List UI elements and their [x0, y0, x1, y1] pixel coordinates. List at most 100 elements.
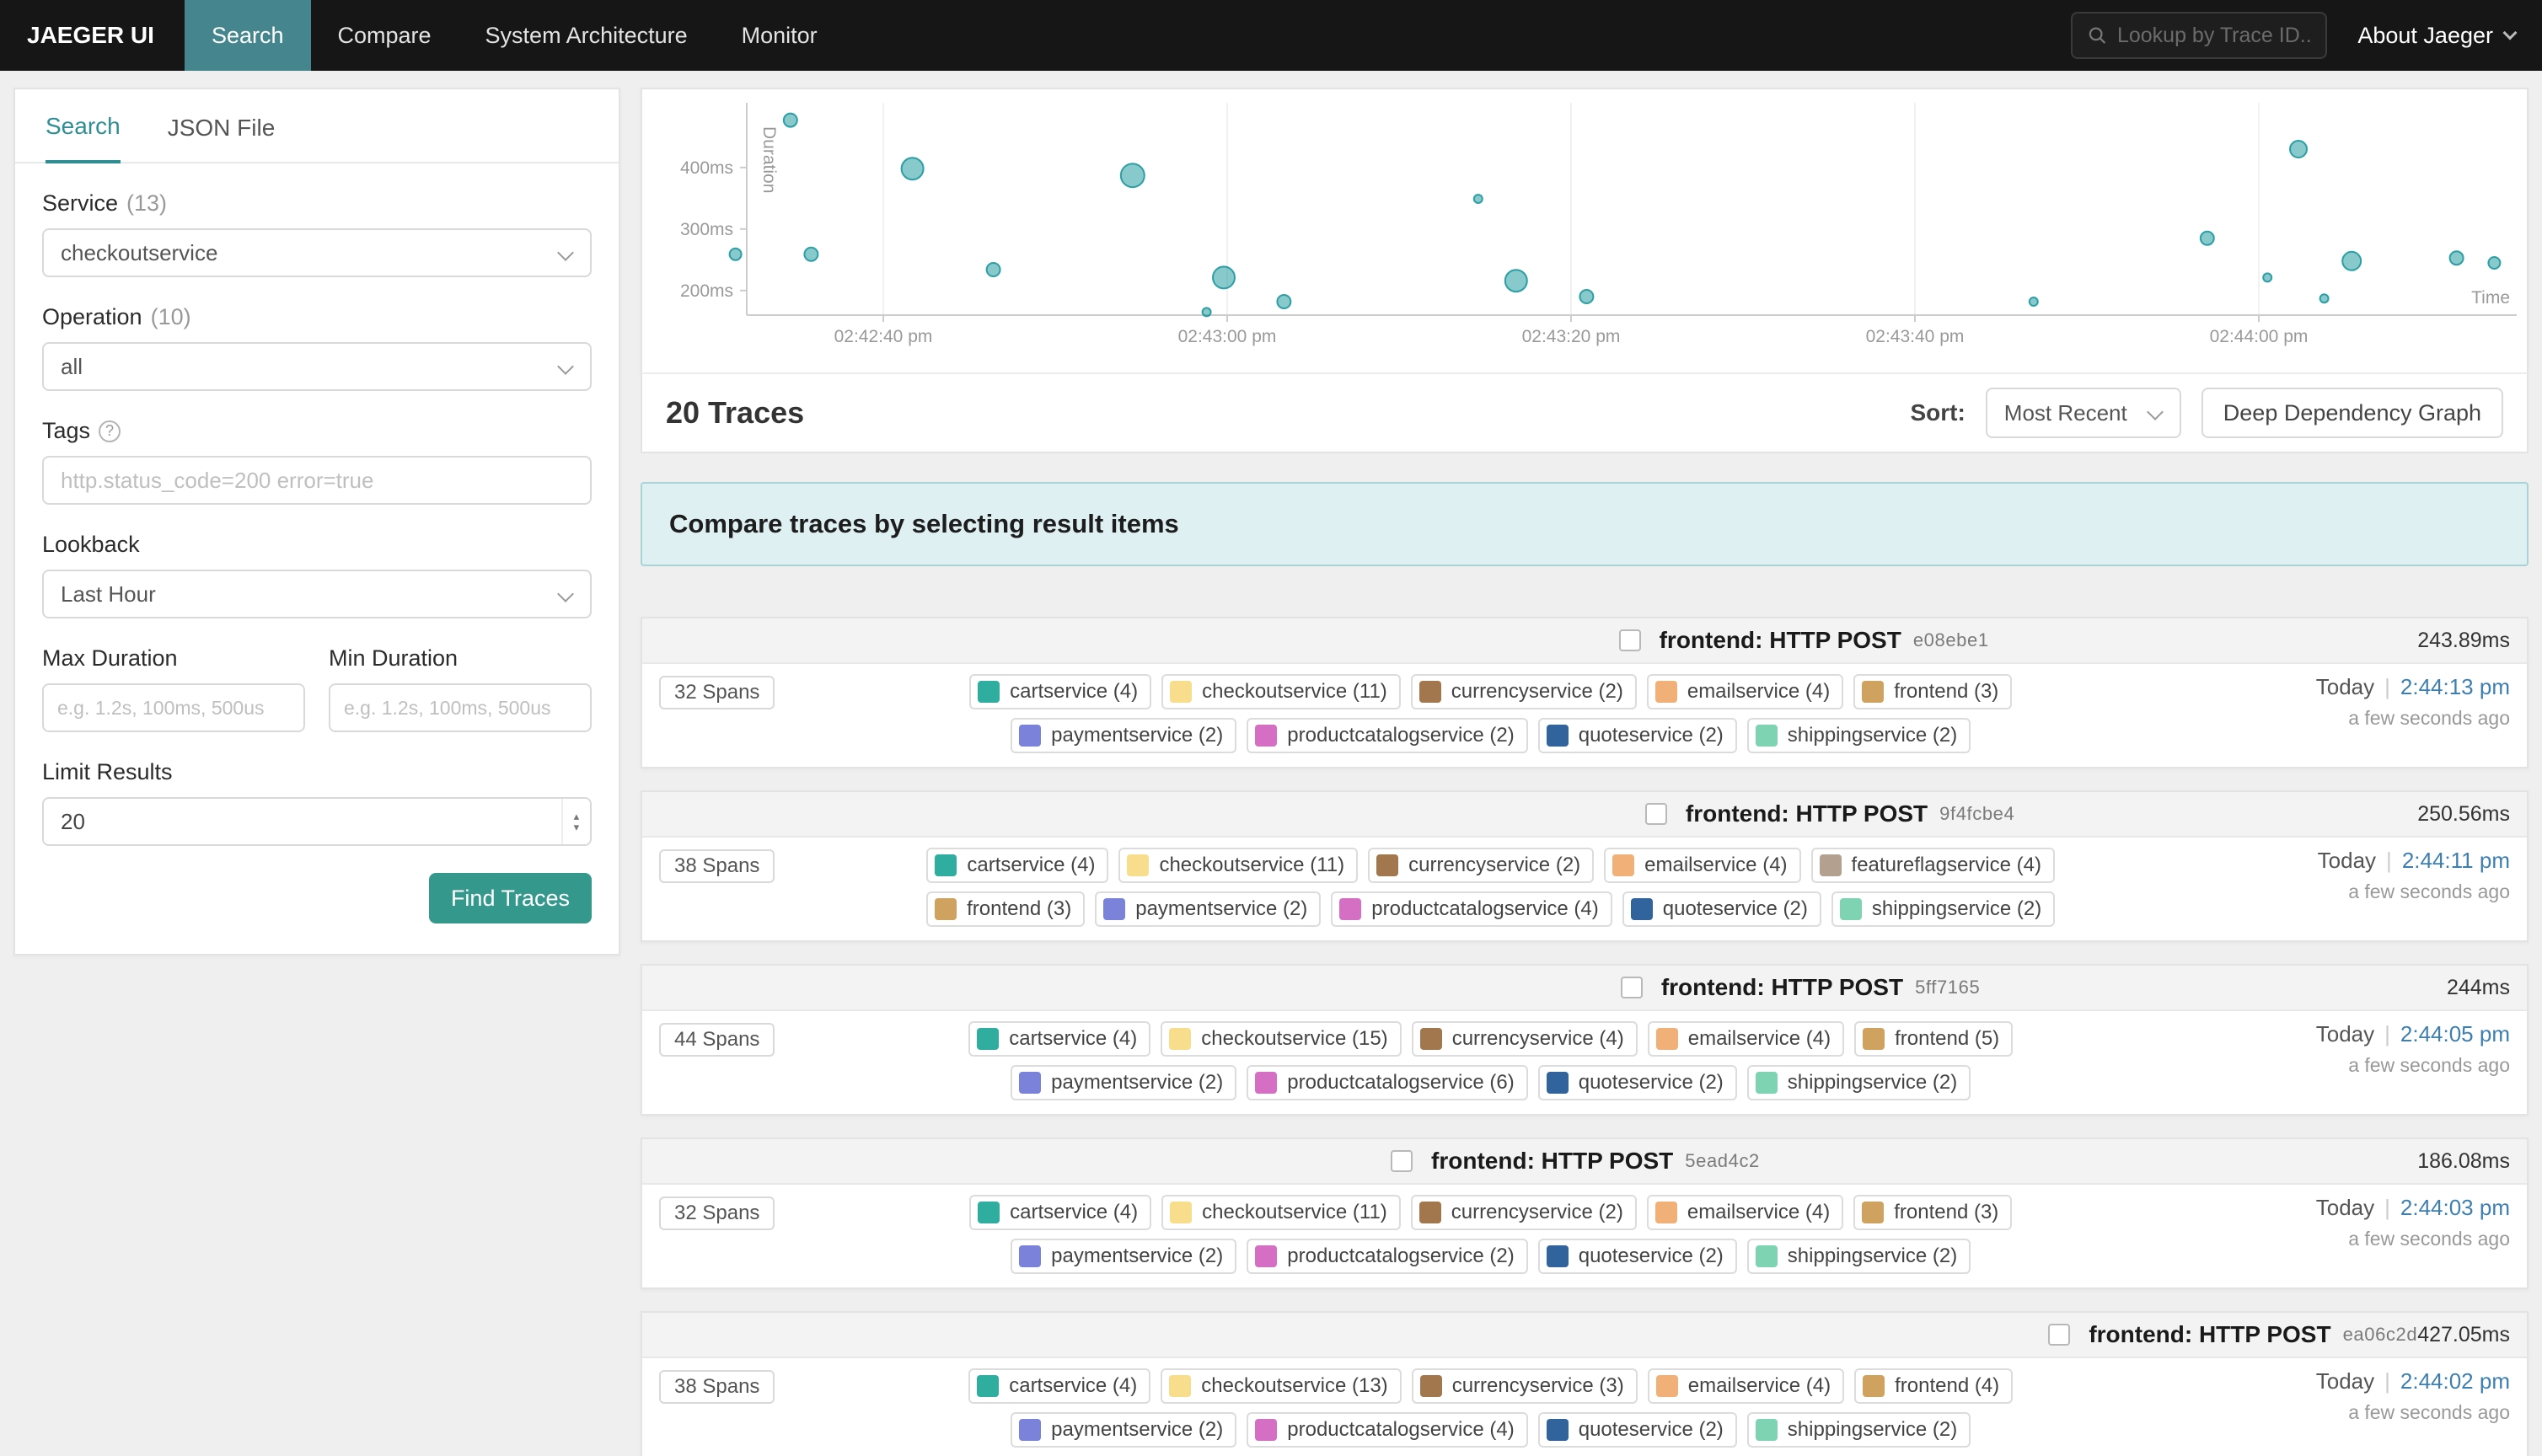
trace-time[interactable]: 2:44:05 pm	[2400, 1021, 2510, 1046]
scatter-point[interactable]	[1277, 295, 1290, 308]
service-tags: cartservice (4)checkoutservice (15)curre…	[909, 1021, 2073, 1100]
scatter-point[interactable]	[730, 249, 742, 260]
nav-item-search[interactable]: Search	[185, 0, 311, 71]
x-tick-label: 02:43:00 pm	[1178, 327, 1277, 346]
trace-date-line: Today|2:44:05 pm	[2220, 1021, 2510, 1047]
service-tag: shippingservice (2)	[1747, 1065, 1971, 1100]
service-tag-label: productcatalogservice (4)	[1287, 1418, 1514, 1442]
service-tag: cartservice (4)	[969, 1195, 1151, 1230]
trace-title: frontend: HTTP POST	[1431, 1148, 1673, 1175]
service-color-swatch	[1103, 898, 1125, 920]
trace-header[interactable]: frontend: HTTP POSTe08ebe1243.89ms	[642, 618, 2527, 664]
scatter-point[interactable]	[2263, 273, 2271, 281]
service-tags: cartservice (4)checkoutservice (11)curre…	[909, 848, 2073, 927]
scatter-point[interactable]	[1505, 270, 1527, 292]
scatter-point[interactable]	[2290, 141, 2307, 158]
trace-time[interactable]: 2:44:13 pm	[2400, 674, 2510, 699]
nav-item-system-architecture[interactable]: System Architecture	[459, 0, 715, 71]
trace-result-card[interactable]: frontend: HTTP POST5ff7165244ms44 Spansc…	[641, 964, 2529, 1116]
scatter-point[interactable]	[2030, 297, 2038, 306]
service-color-swatch	[1863, 1375, 1885, 1397]
trace-date: Today	[2316, 1368, 2374, 1394]
find-traces-button[interactable]: Find Traces	[429, 873, 592, 923]
trace-result-card[interactable]: frontend: HTTP POSTea06c2d427.05ms38 Spa…	[641, 1311, 2529, 1456]
trace-result-card[interactable]: frontend: HTTP POST9f4fcbe4250.56ms38 Sp…	[641, 790, 2529, 942]
scatter-point[interactable]	[784, 114, 797, 127]
trace-result-card[interactable]: frontend: HTTP POST5ead4c2186.08ms32 Spa…	[641, 1138, 2529, 1289]
trace-timestamp: Today|2:44:05 pma few seconds ago	[2220, 1021, 2510, 1077]
trace-header[interactable]: frontend: HTTP POSTea06c2d427.05ms	[642, 1313, 2527, 1358]
trace-time[interactable]: 2:44:03 pm	[2400, 1195, 2510, 1220]
max-duration-input[interactable]	[42, 683, 305, 732]
service-color-swatch	[1756, 1419, 1778, 1441]
scatter-point[interactable]	[2342, 252, 2361, 270]
service-tag: currencyservice (4)	[1412, 1021, 1638, 1057]
trace-header[interactable]: frontend: HTTP POST5ff7165244ms	[642, 966, 2527, 1011]
service-tag: quoteservice (2)	[1622, 891, 1821, 927]
tags-input[interactable]	[42, 456, 592, 505]
scatter-point[interactable]	[1203, 308, 1211, 316]
about-jaeger-label: About Jaeger	[2357, 23, 2493, 49]
help-icon[interactable]: ?	[99, 420, 121, 442]
trace-id: 5ff7165	[1915, 977, 1980, 998]
service-tag-label: shippingservice (2)	[1788, 724, 1957, 747]
trace-compare-checkbox[interactable]	[1645, 803, 1667, 825]
scatter-point[interactable]	[2450, 251, 2464, 265]
trace-header[interactable]: frontend: HTTP POST5ead4c2186.08ms	[642, 1139, 2527, 1185]
trace-compare-checkbox[interactable]	[1391, 1150, 1413, 1172]
scatter-point[interactable]	[2488, 257, 2500, 269]
service-color-swatch	[1656, 1375, 1678, 1397]
deep-dependency-graph-button[interactable]: Deep Dependency Graph	[2201, 388, 2503, 438]
trace-compare-checkbox[interactable]	[1619, 629, 1641, 651]
sort-select[interactable]: Most Recent	[1986, 388, 2181, 438]
service-tag-label: checkoutservice (11)	[1202, 1201, 1387, 1224]
duration-scatter-plot[interactable]: 02:42:40 pm02:43:00 pm02:43:20 pm02:43:4…	[649, 93, 2523, 372]
jaeger-logo[interactable]: JAEGER UI	[0, 22, 185, 49]
trace-result-card[interactable]: frontend: HTTP POSTe08ebe1243.89ms32 Spa…	[641, 617, 2529, 768]
scatter-point[interactable]	[2320, 294, 2329, 302]
tab-json-file[interactable]: JSON File	[168, 115, 276, 162]
trace-lookup-input[interactable]	[2117, 24, 2310, 48]
service-select[interactable]: checkoutservice	[42, 228, 592, 277]
trace-header[interactable]: frontend: HTTP POST9f4fcbe4250.56ms	[642, 792, 2527, 838]
service-color-swatch	[1255, 725, 1277, 747]
trace-duration: 427.05ms	[2417, 1323, 2510, 1347]
number-stepper[interactable]: ▴▾	[561, 799, 590, 844]
trace-card-body: 32 Spanscartservice (4)checkoutservice (…	[642, 664, 2527, 767]
service-color-swatch	[1655, 681, 1677, 703]
limit-results-input[interactable]: ▴▾	[42, 797, 592, 846]
service-color-swatch	[1019, 725, 1041, 747]
service-tag-label: paymentservice (2)	[1051, 1071, 1223, 1095]
service-tag: checkoutservice (13)	[1161, 1368, 1401, 1404]
service-color-swatch	[978, 1202, 1000, 1223]
min-duration-input[interactable]	[329, 683, 592, 732]
scatter-point[interactable]	[804, 248, 818, 261]
scatter-point[interactable]	[1474, 195, 1483, 203]
service-tag-label: currencyservice (2)	[1408, 854, 1580, 877]
lookback-select[interactable]: Last Hour	[42, 570, 592, 618]
scatter-point[interactable]	[2201, 232, 2214, 245]
decrement-icon[interactable]: ▾	[574, 822, 580, 832]
service-tag-label: productcatalogservice (2)	[1287, 724, 1514, 747]
scatter-point[interactable]	[902, 158, 924, 179]
trace-date: Today	[2316, 1195, 2374, 1220]
trace-compare-checkbox[interactable]	[1621, 977, 1643, 998]
service-tag: checkoutservice (15)	[1161, 1021, 1401, 1057]
nav-item-monitor[interactable]: Monitor	[715, 0, 845, 71]
about-jaeger-menu[interactable]: About Jaeger	[2357, 23, 2515, 49]
scatter-point[interactable]	[1579, 290, 1593, 303]
scatter-point[interactable]	[987, 263, 1000, 276]
tab-search[interactable]: Search	[46, 113, 121, 163]
trace-compare-checkbox[interactable]	[2048, 1324, 2070, 1346]
trace-id: ea06c2d	[2343, 1324, 2418, 1346]
operation-select[interactable]: all	[42, 342, 592, 391]
limit-results-value[interactable]	[61, 809, 561, 835]
scatter-point[interactable]	[1121, 163, 1145, 187]
service-tag-label: shippingservice (2)	[1788, 1071, 1957, 1095]
scatter-point[interactable]	[1213, 266, 1235, 288]
service-color-swatch	[1820, 854, 1842, 876]
trace-time[interactable]: 2:44:11 pm	[2402, 848, 2510, 873]
trace-time[interactable]: 2:44:02 pm	[2400, 1368, 2510, 1394]
trace-title: frontend: HTTP POST	[1660, 627, 1901, 654]
nav-item-compare[interactable]: Compare	[311, 0, 459, 71]
